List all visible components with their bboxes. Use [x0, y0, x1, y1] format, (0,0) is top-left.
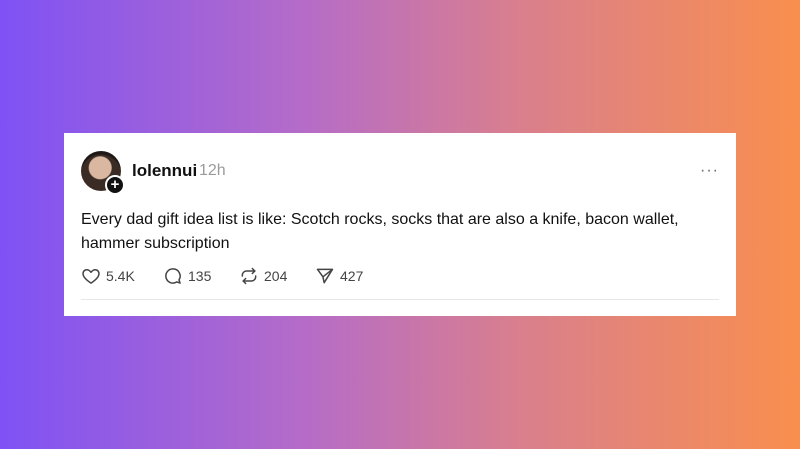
- send-icon: [316, 268, 334, 284]
- divider: [81, 299, 719, 300]
- share-count: 427: [340, 268, 364, 284]
- like-button[interactable]: 5.4K: [81, 265, 135, 287]
- heart-icon: [82, 269, 100, 284]
- comment-count: 135: [188, 268, 212, 284]
- post-text: Every dad gift idea list is like: Scotch…: [81, 211, 679, 252]
- repost-button[interactable]: 204: [239, 265, 287, 287]
- follow-plus-icon[interactable]: +: [105, 175, 125, 195]
- avatar[interactable]: +: [81, 151, 125, 195]
- more-options-icon[interactable]: ···: [700, 162, 719, 180]
- comment-icon: [165, 268, 181, 284]
- post-card: + lolennui 12h ··· Every dad gift idea l…: [64, 133, 736, 316]
- post-timestamp: 12h: [199, 162, 226, 179]
- username[interactable]: lolennui: [132, 161, 197, 181]
- repost-count: 204: [264, 268, 288, 284]
- like-count: 5.4K: [106, 268, 135, 284]
- comment-button[interactable]: 135: [163, 265, 211, 287]
- share-button[interactable]: 427: [315, 265, 363, 287]
- repost-icon: [241, 267, 257, 285]
